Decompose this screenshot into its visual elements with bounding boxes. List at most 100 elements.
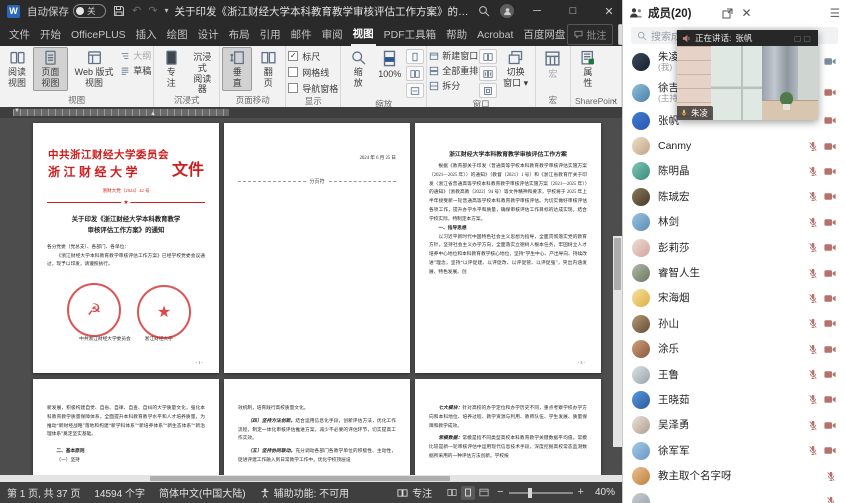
- camera-on-icon[interactable]: [824, 57, 836, 66]
- word-count[interactable]: 14594 个字: [87, 485, 152, 500]
- ribbon-tab-帮助[interactable]: 帮助: [444, 23, 469, 45]
- ribbon-tab-布局[interactable]: 布局: [227, 23, 252, 45]
- member-row[interactable]: 教主取个名字呀: [623, 463, 846, 488]
- camera-off-icon[interactable]: [824, 319, 836, 328]
- mic-muted-icon[interactable]: [808, 141, 818, 152]
- camera-off-icon[interactable]: [824, 142, 836, 151]
- mic-muted-icon[interactable]: [808, 166, 818, 177]
- camera-off-icon[interactable]: [824, 243, 836, 252]
- member-row[interactable]: [623, 489, 846, 503]
- print-layout-view-button[interactable]: [461, 486, 475, 500]
- ribbon-tab-审阅[interactable]: 审阅: [320, 23, 345, 45]
- camera-off-icon[interactable]: [824, 395, 836, 404]
- close-panel-icon[interactable]: ✕: [741, 6, 751, 20]
- one-page-button[interactable]: [406, 49, 424, 64]
- panel-menu-icon[interactable]: ☰: [830, 6, 840, 20]
- undo-icon[interactable]: ↶: [132, 6, 141, 17]
- camera-off-icon[interactable]: [824, 192, 836, 201]
- mic-muted-icon[interactable]: [808, 318, 818, 329]
- print-layout-button[interactable]: 页面视图: [33, 47, 68, 91]
- member-row[interactable]: Canmy: [623, 133, 846, 158]
- camera-off-icon[interactable]: [824, 345, 836, 354]
- search-icon[interactable]: [478, 5, 490, 17]
- zoom-button[interactable]: 缩 放: [343, 47, 373, 91]
- side-to-side-button[interactable]: 翻 页: [253, 47, 283, 91]
- camera-off-icon[interactable]: [824, 370, 836, 379]
- doc-page-6[interactable]: 七大模块：针对高校的办学定位和办学历史不同，重点考察学校办学方向和本科地位、培养…: [415, 379, 601, 475]
- horizontal-scrollbar[interactable]: [0, 475, 622, 482]
- navpane-checkbox[interactable]: [288, 83, 298, 93]
- member-row[interactable]: 孙山: [623, 311, 846, 336]
- member-row[interactable]: 王鲁: [623, 362, 846, 387]
- horizontal-ruler[interactable]: ▼ ▲: [0, 107, 622, 118]
- ribbon-tab-百度网盘[interactable]: 百度网盘: [521, 23, 567, 45]
- page-width-button[interactable]: [406, 83, 424, 98]
- member-row[interactable]: 彭莉莎: [623, 235, 846, 260]
- mic-muted-icon[interactable]: [808, 293, 818, 304]
- speaker-video-overlay[interactable]: 正在讲话: 张帆 ▢▢ 朱凌: [677, 30, 818, 120]
- split-button[interactable]: 拆分: [429, 79, 478, 92]
- indent-marker[interactable]: ▼: [14, 108, 20, 114]
- doc-page-4[interactable]: 新发展，积极构建自觉、自省、自律、自查、自纠的大学质量文化，强化本科教育教学质量…: [33, 379, 219, 475]
- immersive-reader-button[interactable]: 沉浸式 阅读器: [187, 47, 217, 91]
- ribbon-tab-Acrobat[interactable]: Acrobat: [475, 25, 515, 44]
- web-layout-view-button[interactable]: [477, 486, 491, 500]
- accessibility-status[interactable]: 辅助功能: 不可用: [253, 485, 357, 500]
- member-row[interactable]: 陈珹宏: [623, 184, 846, 209]
- member-row[interactable]: 徐军军: [623, 438, 846, 463]
- mic-muted-icon[interactable]: [826, 496, 836, 503]
- member-row[interactable]: 睿智人生: [623, 260, 846, 285]
- doc-page-5[interactable]: 效机制，培育践行高校质量文化。 （四）坚持方法创新。结合运用信息化手段，创新评估…: [224, 379, 410, 475]
- draft-button[interactable]: 草稿: [120, 64, 151, 77]
- mic-muted-icon[interactable]: [808, 394, 818, 405]
- autosave-toggle[interactable]: 自动保存 关: [27, 4, 106, 19]
- ribbon-tab-设计[interactable]: 设计: [196, 23, 221, 45]
- macros-button[interactable]: 宏: [538, 47, 568, 91]
- close-button[interactable]: ✕: [596, 0, 622, 22]
- ribbon-tab-文件[interactable]: 文件: [7, 23, 32, 45]
- redo-icon[interactable]: ↷: [148, 6, 157, 17]
- ruler-checkbox[interactable]: ✓标尺: [288, 49, 338, 63]
- vertical-button[interactable]: 垂 直: [222, 47, 252, 91]
- popout-icon[interactable]: [722, 8, 733, 19]
- mic-muted-icon[interactable]: [808, 445, 818, 456]
- doc-page-2[interactable]: 2024 年 6 月 25 日 分页符: [224, 123, 410, 373]
- sync-scrolling-button[interactable]: [479, 66, 497, 81]
- navpane-checkbox[interactable]: 导航窗格: [288, 81, 338, 95]
- gridlines-checkbox[interactable]: [288, 67, 298, 77]
- doc-page-3[interactable]: 浙江财经大学本科教育教学审核评估工作方案 根据《教育部关于印发〈普通高等学校本科…: [415, 123, 601, 373]
- switch-windows-button[interactable]: 切换窗口 ▾: [498, 47, 533, 91]
- mic-muted-icon[interactable]: [808, 369, 818, 380]
- ribbon-tab-引用[interactable]: 引用: [258, 23, 283, 45]
- focus-button[interactable]: 专 注: [156, 47, 186, 91]
- zoom-slider[interactable]: − +: [497, 487, 584, 498]
- member-row[interactable]: 吴泽勇: [623, 413, 846, 438]
- camera-off-icon[interactable]: [824, 446, 836, 455]
- ribbon-tab-绘图[interactable]: 绘图: [165, 23, 190, 45]
- camera-off-icon[interactable]: [824, 167, 836, 176]
- arrange-all-button[interactable]: 全部重排: [429, 64, 478, 77]
- mic-muted-icon[interactable]: [808, 191, 818, 202]
- maximize-button[interactable]: □: [560, 0, 586, 22]
- camera-off-icon[interactable]: [824, 421, 836, 430]
- mic-muted-icon[interactable]: [826, 471, 836, 482]
- ribbon-tab-邮件[interactable]: 邮件: [289, 23, 314, 45]
- zoom-100-button[interactable]: 100%: [374, 47, 405, 91]
- camera-off-icon[interactable]: [824, 269, 836, 278]
- mic-muted-icon[interactable]: [808, 420, 818, 431]
- sharepoint-properties-button[interactable]: 属 性: [573, 47, 603, 91]
- member-row[interactable]: 涂乐: [623, 337, 846, 362]
- member-row[interactable]: 宋海烟: [623, 286, 846, 311]
- read-mode-view-button[interactable]: [445, 486, 459, 500]
- member-row[interactable]: 王晓茹: [623, 387, 846, 412]
- zoom-out-icon[interactable]: −: [497, 487, 503, 498]
- indent-marker[interactable]: ▲: [150, 111, 156, 117]
- ribbon-tab-视图[interactable]: 视图: [351, 22, 376, 46]
- minimize-button[interactable]: ─: [524, 0, 550, 22]
- mic-muted-icon[interactable]: [808, 242, 818, 253]
- comments-button[interactable]: 批注: [567, 24, 613, 45]
- outline-button[interactable]: 大纲: [120, 49, 151, 62]
- zoom-in-icon[interactable]: +: [578, 487, 584, 498]
- new-window-button[interactable]: 新建窗口: [429, 49, 478, 62]
- ribbon-tab-开始[interactable]: 开始: [38, 23, 63, 45]
